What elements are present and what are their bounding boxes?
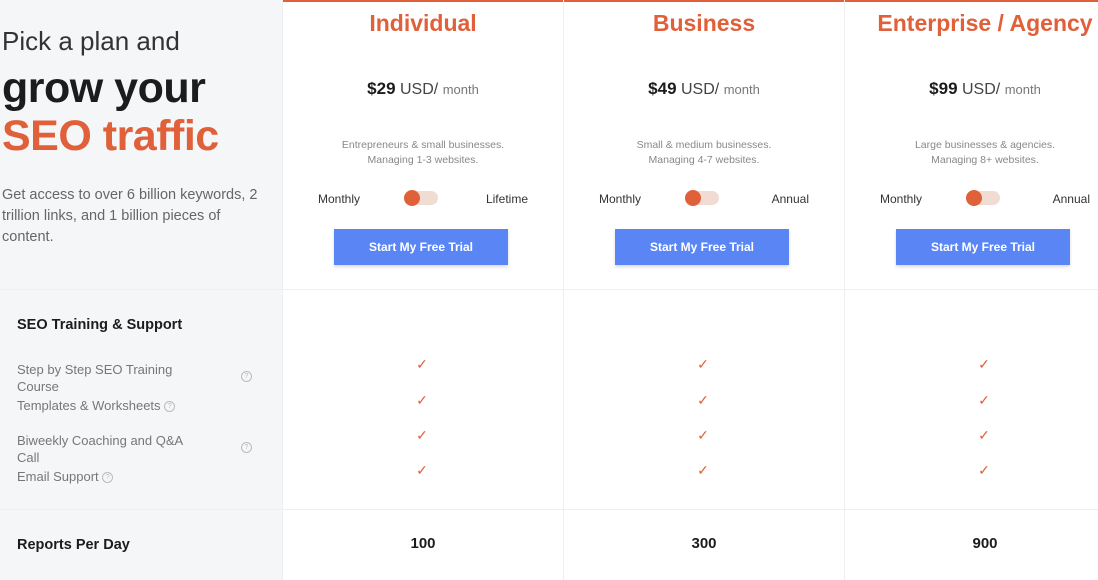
checkmark-icon: ✓ bbox=[416, 427, 428, 443]
plan-enterprise: Enterprise / Agency $99 USD/ month Large… bbox=[844, 0, 1098, 290]
plan-name: Enterprise / Agency bbox=[877, 10, 1093, 36]
intro-description: Get access to over 6 billion keywords, 2… bbox=[2, 187, 258, 245]
help-circle-icon[interactable]: ? bbox=[241, 371, 252, 382]
reports-value-business: 300 bbox=[691, 535, 717, 552]
plan-name: Business bbox=[652, 10, 756, 36]
help-circle-icon[interactable]: ? bbox=[164, 401, 176, 413]
section-title-reports: Reports Per Day bbox=[17, 537, 130, 553]
feature-label: Step by Step SEO Training Course bbox=[17, 362, 173, 394]
reports-value-individual: 100 bbox=[410, 535, 436, 552]
toggle-knob bbox=[404, 190, 420, 206]
toggle-label-annual: Annual bbox=[1052, 192, 1090, 206]
price-amount: $29 bbox=[367, 79, 396, 98]
start-free-trial-button[interactable]: Start My Free Trial bbox=[615, 229, 789, 265]
plan-description-line2: Managing 8+ websites. bbox=[931, 154, 1039, 166]
price-currency: USD/ bbox=[681, 81, 720, 98]
reports-value-enterprise: 900 bbox=[972, 535, 998, 552]
plan-price: $99 USD/ month bbox=[844, 79, 1098, 99]
feature-label: Templates & Worksheets bbox=[17, 398, 161, 413]
plan-price: $49 USD/ month bbox=[563, 79, 845, 99]
plan-description-line2: Managing 4-7 websites. bbox=[648, 154, 760, 166]
billing-toggle[interactable] bbox=[966, 190, 1000, 206]
toggle-label-monthly: Monthly bbox=[599, 192, 642, 206]
checkmark-icon: ✓ bbox=[978, 462, 990, 478]
billing-toggle-row: Monthly Annual bbox=[563, 190, 845, 208]
feature-training-course: Step by Step SEO Training Course bbox=[17, 361, 197, 395]
checkmark-icon: ✓ bbox=[697, 392, 709, 408]
toggle-label-lifetime: Lifetime bbox=[485, 192, 528, 206]
toggle-knob bbox=[966, 190, 982, 206]
price-amount: $49 bbox=[648, 79, 677, 98]
checkmark-icon: ✓ bbox=[978, 356, 990, 372]
intro-heading-line2: grow your bbox=[2, 64, 206, 112]
toggle-knob bbox=[685, 190, 701, 206]
section-title-training: SEO Training & Support bbox=[17, 317, 183, 333]
price-amount: $99 bbox=[929, 79, 958, 98]
intro-heading-line1: Pick a plan and bbox=[2, 26, 180, 56]
feature-email-support: Email Support ? bbox=[17, 468, 197, 485]
checkmark-icon: ✓ bbox=[416, 462, 428, 478]
billing-toggle[interactable] bbox=[404, 190, 438, 206]
plan-description-line1: Small & medium businesses. bbox=[636, 139, 772, 151]
start-free-trial-button[interactable]: Start My Free Trial bbox=[896, 229, 1070, 265]
price-currency: USD/ bbox=[962, 81, 1001, 98]
checkmark-icon: ✓ bbox=[978, 392, 990, 408]
plan-business: Business $49 USD/ month Small & medium b… bbox=[563, 0, 845, 290]
price-currency: USD/ bbox=[400, 81, 439, 98]
price-period: month bbox=[442, 82, 479, 97]
plan-name: Individual bbox=[369, 10, 477, 36]
toggle-label-monthly: Monthly bbox=[880, 192, 923, 206]
plan-description: Entrepreneurs & small businesses. Managi… bbox=[282, 138, 564, 168]
row-divider bbox=[0, 509, 1098, 510]
start-free-trial-button[interactable]: Start My Free Trial bbox=[334, 229, 508, 265]
toggle-label-monthly: Monthly bbox=[318, 192, 361, 206]
plan-description: Large businesses & agencies. Managing 8+… bbox=[844, 138, 1098, 168]
plan-price: $29 USD/ month bbox=[282, 79, 564, 99]
plan-description-line1: Entrepreneurs & small businesses. bbox=[341, 139, 505, 151]
intro-heading-line3: SEO traffic bbox=[2, 112, 219, 160]
plan-description-line2: Managing 1-3 websites. bbox=[367, 154, 479, 166]
plan-individual: Individual $29 USD/ month Entrepreneurs … bbox=[282, 0, 564, 290]
checkmark-icon: ✓ bbox=[416, 356, 428, 372]
plan-description-line1: Large businesses & agencies. bbox=[914, 139, 1056, 151]
feature-label: Biweekly Coaching and Q&A Call bbox=[17, 433, 183, 465]
help-circle-icon[interactable]: ? bbox=[241, 442, 252, 453]
plan-description: Small & medium businesses. Managing 4-7 … bbox=[563, 138, 845, 168]
checkmark-icon: ✓ bbox=[416, 392, 428, 408]
checkmark-icon: ✓ bbox=[697, 462, 709, 478]
toggle-label-annual: Annual bbox=[771, 192, 809, 206]
checkmark-icon: ✓ bbox=[978, 427, 990, 443]
billing-toggle-row: Monthly Lifetime bbox=[282, 190, 564, 208]
billing-toggle-row: Monthly Annual bbox=[844, 190, 1098, 208]
checkmark-icon: ✓ bbox=[697, 427, 709, 443]
billing-toggle[interactable] bbox=[685, 190, 719, 206]
checkmark-icon: ✓ bbox=[697, 356, 709, 372]
price-period: month bbox=[723, 82, 760, 97]
feature-templates: Templates & Worksheets ? bbox=[17, 397, 197, 414]
help-circle-icon[interactable]: ? bbox=[102, 472, 114, 484]
feature-coaching: Biweekly Coaching and Q&A Call bbox=[17, 432, 197, 466]
feature-label: Email Support bbox=[17, 469, 99, 484]
price-period: month bbox=[1004, 82, 1041, 97]
